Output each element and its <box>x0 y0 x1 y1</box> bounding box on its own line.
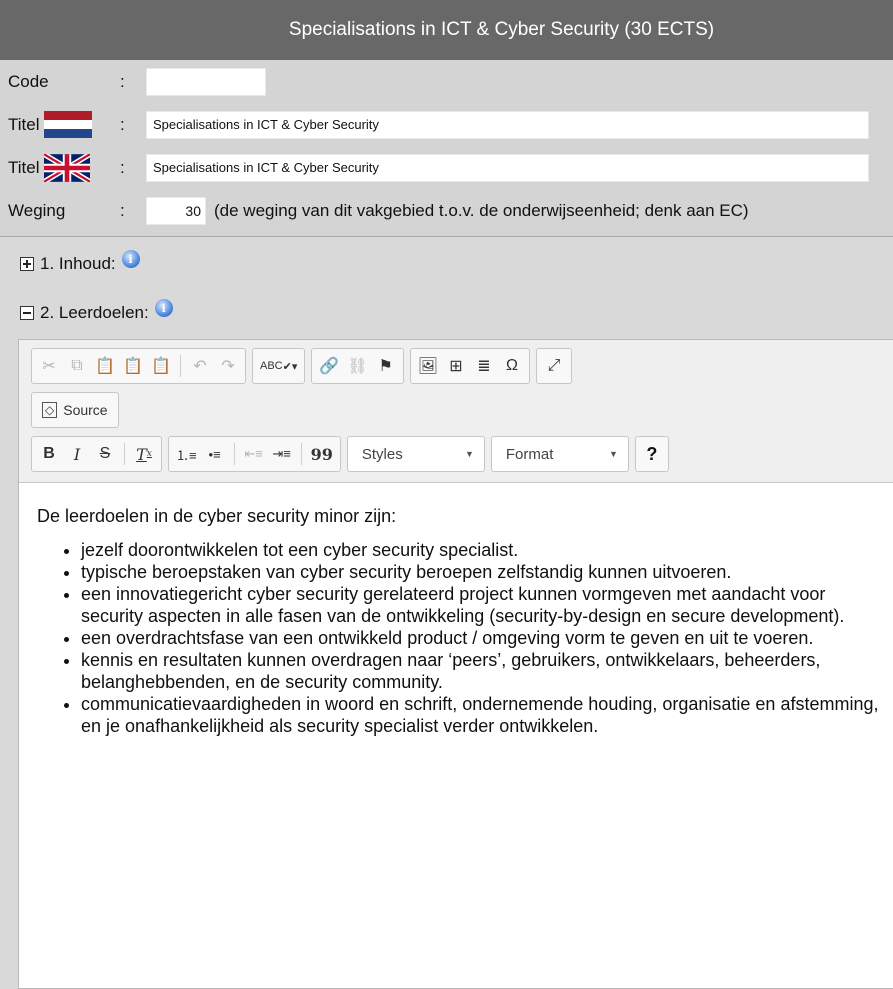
source-button[interactable]: ◇ Source <box>36 395 114 425</box>
horizontal-line-icon[interactable]: ≣ <box>471 351 497 381</box>
italic-button[interactable]: I <box>64 439 90 469</box>
format-label: Format <box>505 445 554 463</box>
spellcheck-group: ABC ✔▾ <box>252 348 306 384</box>
toolbar-separator <box>300 443 302 465</box>
undo-icon[interactable]: ↶ <box>187 351 213 381</box>
remove-format-label: T <box>136 444 147 464</box>
weging-note: (de weging van dit vakgebied t.o.v. de o… <box>214 200 749 220</box>
list-group: ⒈≡ •≡ ⇤≡ ⇥≡ 99 <box>168 436 341 472</box>
list-item: jezelf doorontwikkelen tot een cyber sec… <box>81 539 893 561</box>
blockquote-button[interactable]: 99 <box>308 439 336 469</box>
section-leerdoelen[interactable]: 2. Leerdoelen: i <box>10 291 893 335</box>
link-icon[interactable]: 🔗 <box>316 351 342 381</box>
unlink-icon[interactable]: ⛓ <box>344 351 370 381</box>
source-label: Source <box>63 402 108 418</box>
colon: : <box>120 114 125 134</box>
colon: : <box>120 157 125 177</box>
chevron-down-icon: ▼ <box>608 449 618 459</box>
list-item: kennis en resultaten kunnen overdragen n… <box>81 649 893 693</box>
source-group: ◇ Source <box>31 392 119 428</box>
collapse-icon[interactable] <box>20 306 34 320</box>
bulleted-list-icon[interactable]: •≡ <box>202 439 228 469</box>
content-intro: De leerdoelen in de cyber security minor… <box>37 506 397 526</box>
titel-en-row: Titel : Specialisations in ICT & Cyber S… <box>0 146 893 189</box>
list-item: een overdrachtsfase van een ontwikkeld p… <box>81 627 893 649</box>
code-input[interactable] <box>146 67 266 96</box>
toolbar-row-2: ◇ Source <box>31 392 893 428</box>
weging-row: Weging : 30 (de weging van dit vakgebied… <box>0 189 893 232</box>
styles-label: Styles <box>361 445 403 463</box>
format-dropdown[interactable]: Format ▼ <box>490 436 629 472</box>
toolbar-separator <box>233 443 235 465</box>
expand-icon[interactable] <box>20 257 34 271</box>
list-item: communicatievaardigheden in woord en sch… <box>81 693 893 737</box>
toolbar-separator <box>180 355 181 377</box>
outdent-icon[interactable]: ⇤≡ <box>241 439 267 469</box>
maximize-group: ⤢ <box>536 348 572 384</box>
section-inhoud-label: 1. Inhoud: <box>40 254 116 273</box>
styles-dropdown[interactable]: Styles ▼ <box>346 436 485 472</box>
list-item: een innovatiegericht cyber security gere… <box>81 583 893 627</box>
redo-icon[interactable]: ↷ <box>215 351 241 381</box>
page-title: Specialisations in ICT & Cyber Security … <box>288 19 715 40</box>
remove-format-button[interactable]: Tx <box>131 439 157 469</box>
help-button[interactable]: ? <box>634 436 669 472</box>
info-icon[interactable]: i <box>154 299 173 317</box>
paste-word-icon[interactable]: 📋 <box>148 351 174 381</box>
help-label: ? <box>646 443 658 464</box>
spellcheck-label: ABC <box>260 360 283 372</box>
titel-en-label: Titel <box>8 157 40 177</box>
chevron-down-icon: ▼ <box>464 449 474 459</box>
page-header: Specialisations in ICT & Cyber Security … <box>0 0 893 60</box>
toolbar-row-1: ✂ ⧉ 📋 📋 📋 ↶ ↷ ABC ✔▾ 🔗 ⛓ ⚑ 🖼 ⊞ ≣ Ω ⤢ <box>31 348 893 384</box>
colon: : <box>120 200 125 220</box>
titel-nl-row: Titel : Specialisations in ICT & Cyber S… <box>0 103 893 146</box>
learning-goals-list: jezelf doorontwikkelen tot een cyber sec… <box>37 539 893 737</box>
numbered-list-icon[interactable]: ⒈≡ <box>173 439 200 469</box>
image-icon[interactable]: 🖼 <box>415 351 441 381</box>
info-icon[interactable]: i <box>121 250 140 268</box>
titel-nl-label: Titel <box>8 114 40 134</box>
anchor-flag-icon[interactable]: ⚑ <box>373 351 399 381</box>
editor-content[interactable]: De leerdoelen in de cyber security minor… <box>19 483 893 737</box>
code-row: Code : <box>0 60 893 103</box>
special-char-icon[interactable]: Ω <box>499 351 525 381</box>
spellcheck-icon[interactable]: ABC ✔▾ <box>257 351 300 381</box>
cut-icon[interactable]: ✂ <box>36 351 62 381</box>
bold-button[interactable]: B <box>36 439 62 469</box>
section-area: 1. Inhoud: i 2. Leerdoelen: i ✂ ⧉ 📋 📋 📋 … <box>0 237 893 989</box>
paste-icon[interactable]: 📋 <box>92 351 118 381</box>
section-inhoud[interactable]: 1. Inhoud: i <box>10 237 893 291</box>
weging-input[interactable]: 30 <box>146 196 206 225</box>
strike-button[interactable]: S <box>92 439 118 469</box>
rich-text-editor: ✂ ⧉ 📋 📋 📋 ↶ ↷ ABC ✔▾ 🔗 ⛓ ⚑ 🖼 ⊞ ≣ Ω ⤢ ◇ S… <box>18 339 893 989</box>
section-leerdoelen-label: 2. Leerdoelen: <box>40 303 149 322</box>
titel-en-input[interactable]: Specialisations in ICT & Cyber Security <box>146 153 869 182</box>
copy-icon[interactable]: ⧉ <box>64 351 90 381</box>
clipboard-group: ✂ ⧉ 📋 📋 📋 ↶ ↷ <box>31 348 246 384</box>
basic-styles-group: B I S Tx <box>31 436 162 472</box>
editor-toolbar: ✂ ⧉ 📋 📋 📋 ↶ ↷ ABC ✔▾ 🔗 ⛓ ⚑ 🖼 ⊞ ≣ Ω ⤢ ◇ S… <box>19 340 893 483</box>
source-icon: ◇ <box>42 402 58 418</box>
flag-uk-icon <box>43 153 90 182</box>
toolbar-separator <box>124 443 125 465</box>
weging-label: Weging <box>8 200 66 220</box>
table-icon[interactable]: ⊞ <box>443 351 469 381</box>
list-item: typische beroepstaken van cyber security… <box>81 561 893 583</box>
indent-icon[interactable]: ⇥≡ <box>269 439 295 469</box>
titel-nl-input[interactable]: Specialisations in ICT & Cyber Security <box>146 110 869 139</box>
code-label: Code <box>8 71 49 91</box>
paste-text-icon[interactable]: 📋 <box>120 351 146 381</box>
toolbar-row-3: B I S Tx ⒈≡ •≡ ⇤≡ ⇥≡ 99 Styles ▼ Format … <box>31 436 893 472</box>
link-group: 🔗 ⛓ ⚑ <box>311 348 404 384</box>
colon: : <box>120 71 125 91</box>
flag-netherlands-icon <box>43 110 92 139</box>
course-form: Code : Titel : Specialisations in ICT & … <box>0 60 893 237</box>
maximize-icon[interactable]: ⤢ <box>541 351 567 381</box>
insert-group: 🖼 ⊞ ≣ Ω <box>409 348 530 384</box>
